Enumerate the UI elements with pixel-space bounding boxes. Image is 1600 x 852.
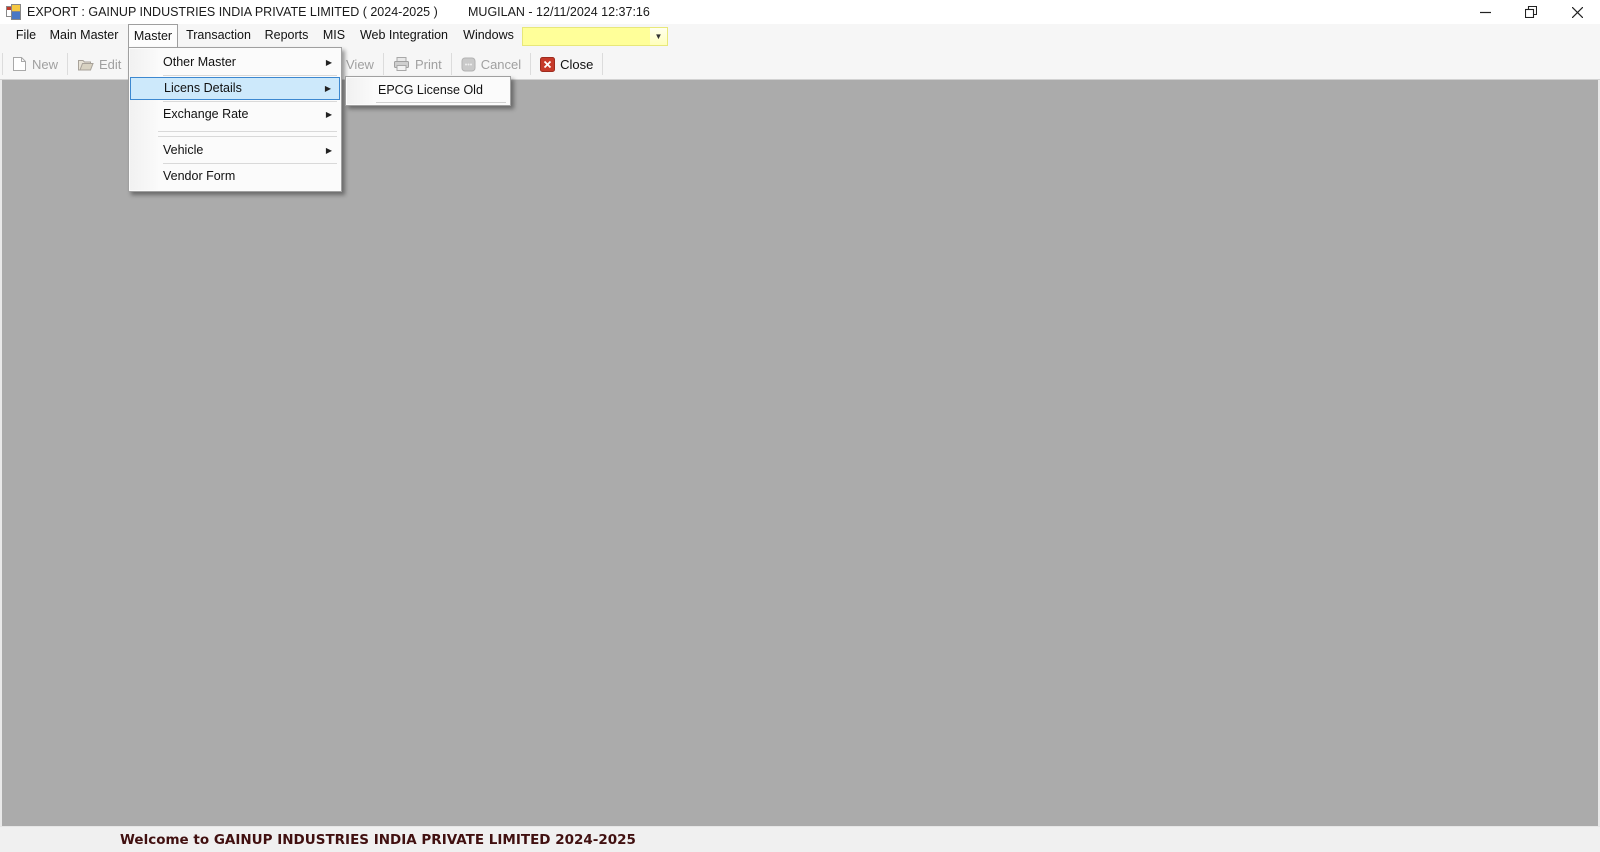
menu-item-label: EPCG License Old: [378, 83, 483, 97]
edit-button[interactable]: Edit: [71, 51, 127, 77]
session-info: MUGILAN - 12/11/2024 12:37:16: [468, 0, 650, 24]
toolbar-separator: [602, 53, 603, 75]
restore-icon[interactable]: [1508, 0, 1554, 24]
menu-item-label: Vehicle: [163, 143, 203, 157]
menu-item-exchange-rate[interactable]: Exchange Rate ▶: [129, 103, 341, 126]
menu-item-other-master[interactable]: Other Master ▶: [129, 51, 341, 74]
menu-separator: [141, 131, 337, 132]
view-button-label: View: [346, 57, 374, 72]
licens-details-submenu-popup: EPCG License Old: [345, 76, 511, 106]
menu-item-licens-details[interactable]: Licens Details ▶: [130, 77, 340, 100]
menu-item-vehicle[interactable]: Vehicle ▶: [129, 139, 341, 162]
menu-item-label: Vendor Form: [163, 169, 235, 183]
printer-icon: [393, 56, 410, 72]
new-button-label: New: [32, 57, 58, 72]
close-icon[interactable]: [1554, 0, 1600, 24]
toolbar-separator: [2, 53, 3, 75]
menu-file[interactable]: File: [8, 24, 44, 47]
menu-master[interactable]: Master: [128, 24, 178, 48]
close-button[interactable]: Close: [534, 51, 599, 77]
toolbar-separator: [383, 53, 384, 75]
master-menu-popup: Other Master ▶ Licens Details ▶ Exchange…: [128, 47, 342, 192]
new-button[interactable]: New: [6, 51, 64, 77]
menu-item-epcg-license-old[interactable]: EPCG License Old: [346, 79, 510, 101]
new-document-icon: [12, 56, 27, 72]
menu-reports[interactable]: Reports: [258, 24, 315, 47]
menu-main-master[interactable]: Main Master: [44, 24, 124, 47]
print-button[interactable]: Print: [387, 51, 448, 77]
window-controls: [1462, 0, 1600, 24]
welcome-message: Welcome to GAINUP INDUSTRIES INDIA PRIVA…: [120, 827, 636, 852]
menu-web-integration[interactable]: Web Integration: [354, 24, 454, 47]
print-button-label: Print: [415, 57, 442, 72]
quick-search-combo[interactable]: ▼: [522, 27, 668, 46]
cancel-button[interactable]: Cancel: [455, 51, 527, 77]
menu-item-label: Exchange Rate: [163, 107, 248, 121]
submenu-arrow-icon: ▶: [326, 103, 332, 126]
menu-separator: [163, 101, 337, 102]
menu-windows[interactable]: Windows: [458, 24, 519, 47]
menu-item-label: Licens Details: [164, 81, 242, 95]
toolbar-separator: [67, 53, 68, 75]
menu-separator: [141, 136, 337, 137]
statusbar: Welcome to GAINUP INDUSTRIES INDIA PRIVA…: [0, 826, 1600, 852]
minimize-icon[interactable]: [1462, 0, 1508, 24]
app-window: EXPORT : GAINUP INDUSTRIES INDIA PRIVATE…: [0, 0, 1600, 852]
open-folder-icon: [77, 57, 94, 72]
menu-separator: [163, 163, 337, 164]
menu-item-vendor-form[interactable]: Vendor Form: [129, 165, 341, 188]
toolbar-separator: [451, 53, 452, 75]
menu-transaction[interactable]: Transaction: [182, 24, 255, 47]
menubar: File Main Master Master Transaction Repo…: [0, 24, 1600, 48]
app-icon: [6, 4, 22, 20]
submenu-arrow-icon: ▶: [326, 139, 332, 162]
menu-separator: [376, 102, 506, 103]
window-title: EXPORT : GAINUP INDUSTRIES INDIA PRIVATE…: [27, 0, 438, 24]
submenu-arrow-icon: ▶: [325, 78, 331, 99]
cancel-icon: [461, 57, 476, 72]
close-x-icon: [540, 57, 555, 72]
menu-item-label: Other Master: [163, 55, 236, 69]
cancel-button-label: Cancel: [481, 57, 521, 72]
toolbar-separator: [530, 53, 531, 75]
menu-mis[interactable]: MIS: [318, 24, 350, 47]
edit-button-label: Edit: [99, 57, 121, 72]
menu-separator: [163, 75, 337, 76]
chevron-down-icon[interactable]: ▼: [650, 28, 667, 45]
titlebar: EXPORT : GAINUP INDUSTRIES INDIA PRIVATE…: [0, 0, 1600, 24]
submenu-arrow-icon: ▶: [326, 51, 332, 74]
close-button-label: Close: [560, 57, 593, 72]
